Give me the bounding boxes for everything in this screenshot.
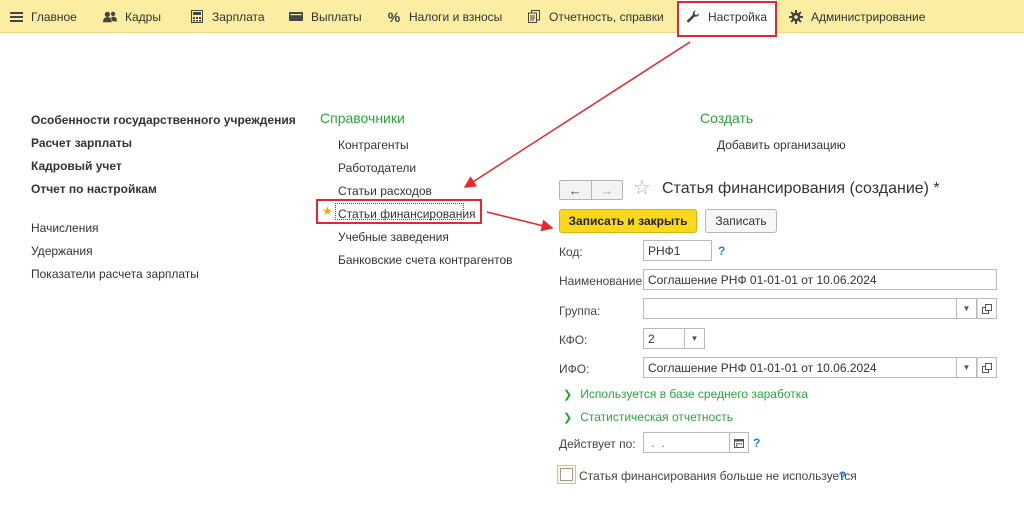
gear-icon [789,9,803,24]
link-salary-indicators[interactable]: Показатели расчета зарплаты [31,267,296,290]
link-counterparties[interactable]: Контрагенты [338,138,513,161]
references-title: Справочники [320,110,405,126]
name-field[interactable]: Соглашение РНФ 01-01-01 от 10.06.2024 [643,269,997,290]
nav-buttons: ← → [559,180,623,200]
kfo-label: КФО: [559,333,588,347]
tab-label: Администрирование [811,9,926,24]
expander-statistical-reporting[interactable]: ❯ Статистическая отчетность [563,410,733,424]
annotation-box-financing [316,199,482,224]
forward-button[interactable]: → [590,181,623,199]
wallet-icon [289,10,303,24]
documents-icon [527,10,541,24]
group-field[interactable] [643,298,957,319]
code-field[interactable]: РНФ1 [643,240,712,261]
tab-label: Отчетность, справки [549,9,664,24]
ifo-field[interactable]: Соглашение РНФ 01-01-01 от 10.06.2024 [643,357,957,378]
not-used-checkbox[interactable] [557,465,576,484]
group-open-icon[interactable] [977,298,997,319]
tab-administration[interactable]: Администрирование [789,0,925,33]
tab-label: Кадры [125,9,161,24]
chevron-right-icon: ❯ [563,411,573,424]
kfo-dropdown-icon[interactable]: ▼ [685,328,705,349]
tab-reports[interactable]: Отчетность, справки [527,0,664,33]
link-counterparty-bank-accounts[interactable]: Банковские счета контрагентов [338,253,513,276]
valid-until-help-icon[interactable]: ? [753,436,760,450]
percent-icon: % [387,8,401,25]
favorite-star-outline-icon[interactable]: ☆ [633,178,651,198]
ifo-open-icon[interactable] [977,357,997,378]
valid-until-field[interactable]: . . [643,432,730,453]
link-hr-accounting[interactable]: Кадровый учет [31,159,296,182]
create-title: Создать [700,110,754,126]
back-button[interactable]: ← [560,181,591,199]
tab-taxes[interactable]: % Налоги и взносы [387,0,503,33]
tab-label: Главное [31,9,77,24]
code-label: Код: [559,245,583,259]
form-title: Статья финансирования (создание) * [662,180,940,197]
people-icon [103,10,117,24]
calendar-icon[interactable] [729,432,749,453]
link-add-organization[interactable]: Добавить организацию [717,138,846,152]
chevron-right-icon: ❯ [563,388,573,401]
ifo-dropdown-icon[interactable]: ▼ [957,357,977,378]
valid-until-label: Действует по: [559,437,636,451]
tab-label: Выплаты [311,9,362,24]
link-settings-report[interactable]: Отчет по настройкам [31,182,296,205]
tab-hr[interactable]: Кадры [103,0,161,33]
code-help-icon[interactable]: ? [718,244,725,258]
annotation-box-settings [677,1,777,37]
save-button[interactable]: Записать [705,209,777,233]
expander-average-earnings[interactable]: ❯ Используется в базе среднего заработка [563,387,808,401]
menu-lines-icon [9,10,23,24]
settings-left-column: Особенности государственного учреждения … [31,113,296,290]
link-educational-institutions[interactable]: Учебные заведения [338,230,513,253]
not-used-help-icon[interactable]: ? [839,469,846,483]
tab-main[interactable]: Главное [9,0,77,33]
tab-label: Зарплата [212,9,265,24]
link-employers[interactable]: Работодатели [338,161,513,184]
name-label: Наименование: [559,274,646,288]
link-salary-calc[interactable]: Расчет зарплаты [31,136,296,159]
not-used-label: Статья финансирования больше не использу… [579,469,857,483]
group-label: Группа: [559,304,601,318]
link-accruals[interactable]: Начисления [31,221,296,244]
link-state-institution[interactable]: Особенности государственного учреждения [31,113,296,136]
tab-salary[interactable]: Зарплата [190,0,265,33]
expander-label: Статистическая отчетность [580,410,733,424]
group-dropdown-icon[interactable]: ▼ [957,298,977,319]
kfo-field[interactable]: 2 [643,328,685,349]
expander-label: Используется в базе среднего заработка [580,387,808,401]
save-and-close-button[interactable]: Записать и закрыть [559,209,697,233]
link-deductions[interactable]: Удержания [31,244,296,267]
tab-label: Налоги и взносы [409,9,503,24]
calculator-icon [190,10,204,24]
tab-payments[interactable]: Выплаты [289,0,362,33]
ifo-label: ИФО: [559,362,590,376]
